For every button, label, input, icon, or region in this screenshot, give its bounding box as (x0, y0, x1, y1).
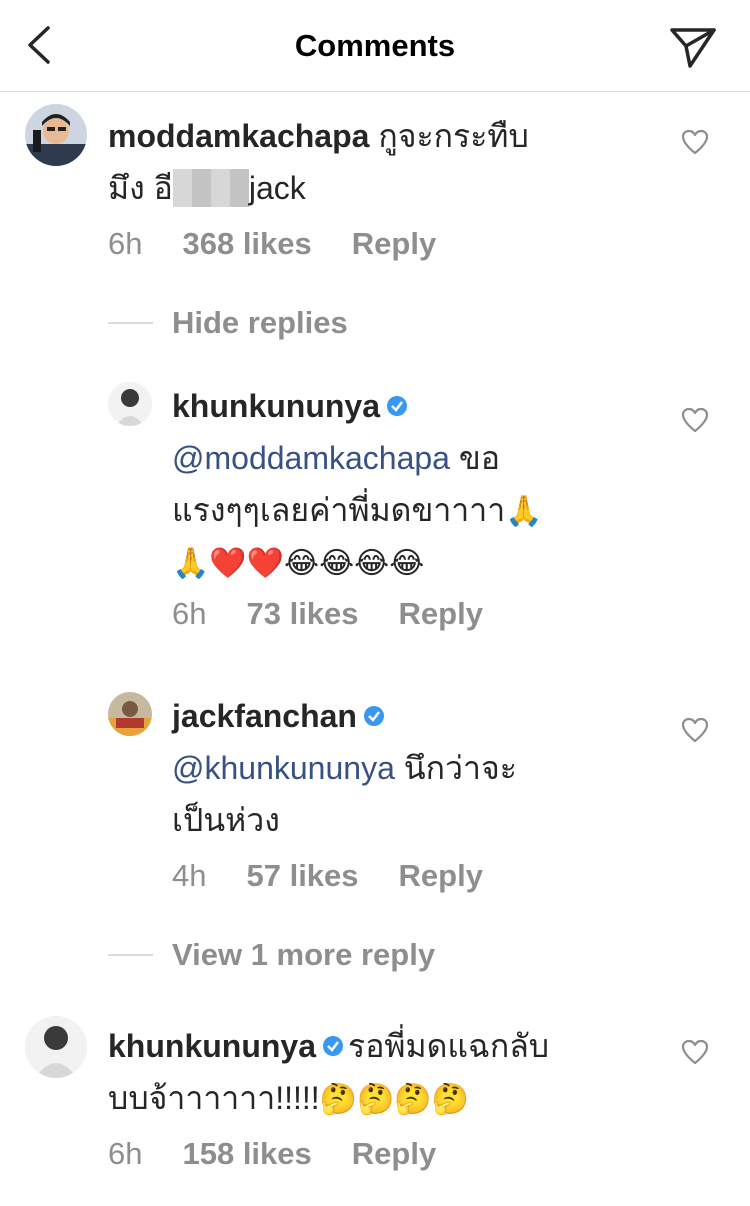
comment-body: กูจะกระทืบ (378, 118, 529, 154)
comment-body-line2: เป็นห่วง (172, 802, 280, 838)
reply-button[interactable]: Reply (399, 858, 483, 893)
comment-meta: 6h 158 likes Reply (108, 1136, 476, 1172)
hide-replies-button[interactable]: Hide replies (172, 305, 348, 341)
comment-meta: 6h 73 likes Reply (172, 596, 523, 632)
comment-likes[interactable]: 368 likes (182, 226, 311, 261)
comment-body-line2: แรงๆๆเลยค่าพี่มดขาาาา (172, 492, 506, 528)
comment-text: khunkununya รอพี่มดแฉกลับ บบจ้าาาาาา!!!!!… (108, 1020, 668, 1126)
page-title: Comments (294, 28, 456, 63)
paper-plane-icon (670, 28, 716, 68)
mention-link[interactable]: @moddamkachapa (172, 440, 450, 476)
comment-text: khunkununya @moddamkachapa ขอ แรงๆๆเลยค่… (172, 380, 652, 590)
comment-text: moddamkachapa กูจะกระทืบ มึง อี jack (108, 110, 648, 214)
comment-username[interactable]: moddamkachapa (108, 118, 369, 154)
comment-meta: 6h 368 likes Reply (108, 226, 476, 262)
comment-body: ขอ (449, 440, 500, 476)
like-heart-icon[interactable] (680, 406, 710, 434)
comment-body-line2-end: jack (248, 170, 306, 206)
top-bar: Comments (0, 0, 750, 92)
reply-button[interactable]: Reply (352, 226, 436, 261)
comment-time: 6h (108, 1136, 143, 1171)
avatar[interactable] (25, 104, 87, 166)
comment-username[interactable]: khunkununya (108, 1028, 316, 1064)
share-button[interactable] (668, 24, 718, 70)
avatar[interactable] (25, 1016, 87, 1078)
comment-likes[interactable]: 158 likes (182, 1136, 311, 1171)
mention-link[interactable]: @khunkununya (172, 750, 395, 786)
comment-time: 6h (108, 226, 143, 261)
comment-username[interactable]: khunkununya (172, 388, 380, 424)
comment-emoji: 🤔🤔🤔🤔 (319, 1082, 470, 1117)
comment-body-line2: บบจ้าาาาาา!!!!! (108, 1080, 320, 1116)
comment-username[interactable]: jackfanchan (172, 698, 357, 734)
comment-time: 6h (172, 596, 207, 631)
reply-button[interactable]: Reply (399, 596, 483, 631)
avatar[interactable] (108, 692, 152, 736)
thread-divider (108, 322, 153, 324)
comment-text: jackfanchan @khunkununya นึกว่าจะ เป็นห่… (172, 690, 652, 846)
verified-badge-icon (323, 1035, 344, 1056)
comment-body: นึกว่าจะ (394, 750, 517, 786)
avatar[interactable] (108, 382, 152, 426)
comment-likes[interactable]: 73 likes (246, 596, 358, 631)
comment-time: 4h (172, 858, 207, 893)
verified-badge-icon (387, 395, 408, 416)
redacted-text (172, 169, 249, 207)
comment-meta: 4h 57 likes Reply (172, 858, 523, 894)
like-heart-icon[interactable] (680, 128, 710, 156)
reply-button[interactable]: Reply (352, 1136, 436, 1171)
comment-body-line2: มึง อี (108, 170, 173, 206)
comment-emoji: 🙏 (505, 494, 543, 529)
like-heart-icon[interactable] (680, 1038, 710, 1066)
verified-badge-icon (363, 705, 384, 726)
comment-emoji-line: 🙏❤️❤️😂😂😂😂 (172, 546, 425, 581)
view-more-replies-button[interactable]: View 1 more reply (172, 937, 435, 973)
like-heart-icon[interactable] (680, 716, 710, 744)
comment-likes[interactable]: 57 likes (246, 858, 358, 893)
thread-divider (108, 954, 153, 956)
comment-body: รอพี่มดแฉกลับ (348, 1028, 550, 1064)
